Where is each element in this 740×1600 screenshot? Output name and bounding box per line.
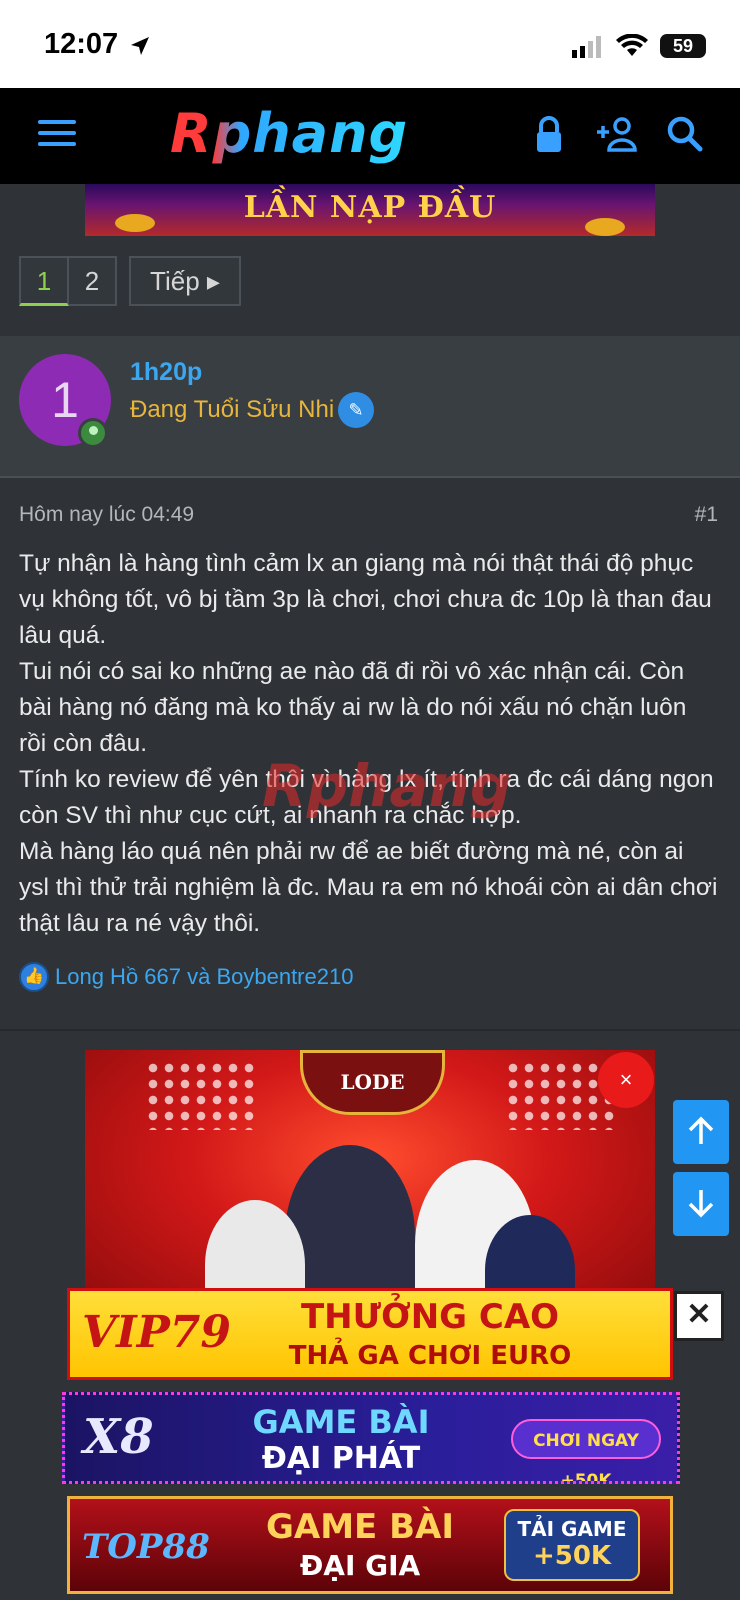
reaction-users[interactable]: Long Hồ 667 và Boybentre210 [55,964,353,990]
post-author-block: 1 1h20p Đang Tuổi Sửu Nhi ✎ [0,336,740,478]
post-date[interactable]: Hôm nay lúc 04:49 [19,503,194,527]
page-2-button[interactable]: 2 [69,256,117,306]
close-bottom-ads-button[interactable]: ✕ [674,1291,724,1341]
next-page-button[interactable]: Tiếp ▸ [129,256,241,306]
scroll-top-button[interactable] [673,1100,729,1164]
vip79-subline: THẢ GA CHƠI EURO [288,1341,572,1371]
post-reactions[interactable]: 👍 Long Hồ 667 và Boybentre210 [19,962,353,992]
football-ad-banner[interactable]: LODE [85,1050,655,1320]
cellular-signal-icon [572,36,601,58]
site-header: Rphang [0,88,740,184]
lock-icon[interactable] [526,112,572,158]
top88-cta-button[interactable]: TẢI GAME +50K [504,1509,640,1581]
lode-badge: LODE [300,1050,445,1115]
online-status-icon [78,418,108,448]
post-paragraph: Tự nhận là hàng tình cảm lx an giang mà … [19,550,712,649]
top-ad-banner[interactable]: LẦN NẠP ĐẦU [85,184,655,236]
register-user-icon[interactable] [594,112,640,158]
scroll-bottom-button[interactable] [673,1172,729,1236]
x8-ad[interactable]: X8 GAME BÀI ĐẠI PHÁT CHƠI NGAY +50K [62,1392,680,1484]
vip79-ad[interactable]: VIP79 THƯỞNG CAO THẢ GA CHƠI EURO [67,1288,673,1380]
page-1-button[interactable]: 1 [19,256,69,306]
hamburger-menu-icon[interactable] [38,120,76,150]
verified-badge-icon: ✎ [338,392,374,428]
search-icon[interactable] [662,112,708,158]
arrow-up-icon [688,1116,714,1144]
battery-indicator: 59 [660,34,706,58]
thumbs-up-icon: 👍 [19,962,49,992]
top88-ad[interactable]: TOP88 GAME BÀI ĐẠI GIA TẢI GAME +50K [67,1496,673,1594]
post-number[interactable]: #1 [695,503,718,527]
post-content: Tự nhận là hàng tình cảm lx an giang mà … [19,546,719,942]
x8-cta-button[interactable]: CHƠI NGAY +50K [511,1419,661,1481]
arrow-down-icon [688,1190,714,1218]
wifi-icon [616,34,648,56]
location-arrow-icon [131,37,149,55]
post-paragraph: Mà hàng láo quá nên phải rw để ae biết đ… [19,838,718,937]
clock: 12:07 [44,28,119,60]
top88-cta-line2: +50K [532,1541,612,1571]
author-title: Đang Tuổi Sửu Nhi [130,396,335,423]
top88-cta-line1: TẢI GAME [517,1517,627,1541]
close-ad-button[interactable]: × [598,1052,654,1108]
vip79-headline: THƯỞNG CAO [300,1297,560,1337]
site-logo[interactable]: Rphang [170,102,408,165]
pagination: 1 2 Tiếp ▸ [19,256,241,306]
post-paragraph: Tính ko review để yên thôi vì hàng lx ít… [19,766,714,829]
status-bar: 12:07 59 [0,0,740,88]
author-username[interactable]: 1h20p [130,358,202,387]
post-paragraph: Tui nói có sai ko những ae nào đã đi rồi… [19,658,687,757]
post-divider [0,1029,740,1031]
top-banner-text: LẦN NẠP ĐẦU [243,190,497,225]
